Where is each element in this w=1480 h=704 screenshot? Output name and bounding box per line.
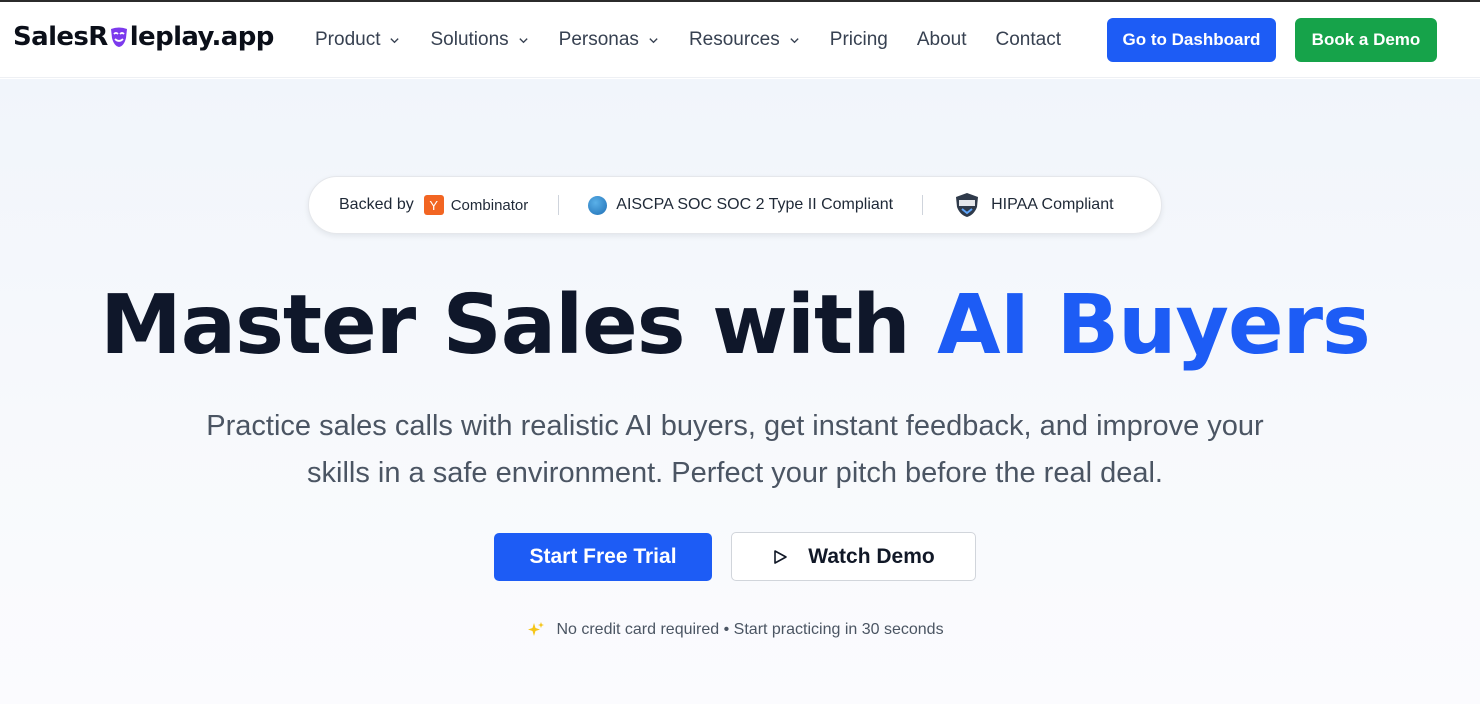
nav-about[interactable]: About bbox=[917, 29, 967, 51]
nav-resources[interactable]: Resources bbox=[689, 29, 800, 51]
aicpa-seal-icon bbox=[588, 195, 608, 215]
soc-badge: AISCPA SOC SOC 2 Type II Compliant bbox=[588, 195, 894, 215]
brand-logo[interactable]: SalesR leplay.app bbox=[13, 22, 274, 52]
nav-personas-label: Personas bbox=[558, 29, 639, 50]
chevron-down-icon bbox=[790, 37, 799, 43]
soc-label: AISCPA SOC SOC 2 Type II Compliant bbox=[616, 196, 894, 213]
badge-divider bbox=[558, 195, 560, 215]
yc-badge: Backed by Y Combinator bbox=[339, 195, 528, 215]
chevron-down-icon bbox=[519, 37, 528, 43]
theater-mask-icon bbox=[110, 27, 127, 47]
site-header: SalesR leplay.app Product Solutions Pers… bbox=[0, 2, 1480, 78]
watch-demo-label: Watch Demo bbox=[808, 544, 935, 568]
hipaa-badge: HIPAA Compliant bbox=[953, 191, 1114, 219]
nav-solutions-label: Solutions bbox=[430, 29, 509, 50]
nav-contact[interactable]: Contact bbox=[996, 29, 1061, 51]
nav-product[interactable]: Product bbox=[315, 29, 400, 51]
hero-title-accent: AI Buyers bbox=[937, 278, 1371, 373]
chevron-down-icon bbox=[649, 37, 658, 43]
hero-section: Backed by Y Combinator AISCPA SOC SOC 2 … bbox=[0, 79, 1480, 704]
brand-name-prefix: SalesR bbox=[13, 22, 108, 52]
nav-contact-label: Contact bbox=[995, 29, 1061, 50]
backed-by-label: Backed by bbox=[339, 196, 414, 213]
nav-resources-label: Resources bbox=[688, 29, 780, 50]
nav-pricing[interactable]: Pricing bbox=[830, 29, 888, 51]
badge-divider bbox=[922, 195, 924, 215]
yc-logo-icon: Y bbox=[423, 195, 444, 215]
brand-name-suffix: leplay.app bbox=[129, 22, 275, 52]
trust-badges: Backed by Y Combinator AISCPA SOC SOC 2 … bbox=[308, 176, 1162, 234]
nav-personas[interactable]: Personas bbox=[559, 29, 659, 51]
nav-about-label: About bbox=[916, 29, 967, 50]
nav-pricing-label: Pricing bbox=[829, 29, 888, 50]
nav-product-label: Product bbox=[315, 29, 381, 50]
main-nav: Product Solutions Personas Resources Pri… bbox=[315, 2, 1090, 78]
book-demo-button[interactable]: Book a Demo bbox=[1295, 18, 1437, 62]
sparkle-icon bbox=[528, 622, 545, 636]
nav-solutions[interactable]: Solutions bbox=[430, 29, 528, 51]
start-free-trial-button[interactable]: Start Free Trial bbox=[494, 533, 712, 581]
chevron-down-icon bbox=[390, 37, 400, 43]
hero-note-text: No credit card required • Start practici… bbox=[556, 621, 944, 638]
play-icon bbox=[774, 549, 788, 564]
watch-demo-button[interactable]: Watch Demo bbox=[731, 532, 976, 581]
yc-name: Combinator bbox=[450, 196, 529, 214]
hero-title-main: Master Sales with bbox=[100, 278, 938, 373]
hipaa-label: HIPAA Compliant bbox=[991, 196, 1114, 213]
hipaa-shield-icon bbox=[956, 193, 979, 217]
hero-subtitle: Practice sales calls with realistic AI b… bbox=[206, 410, 1264, 489]
go-to-dashboard-button[interactable]: Go to Dashboard bbox=[1107, 18, 1276, 62]
hero-title: Master Sales with AI Buyers bbox=[0, 278, 1470, 373]
hero-note: No credit card required • Start practici… bbox=[0, 620, 1470, 640]
